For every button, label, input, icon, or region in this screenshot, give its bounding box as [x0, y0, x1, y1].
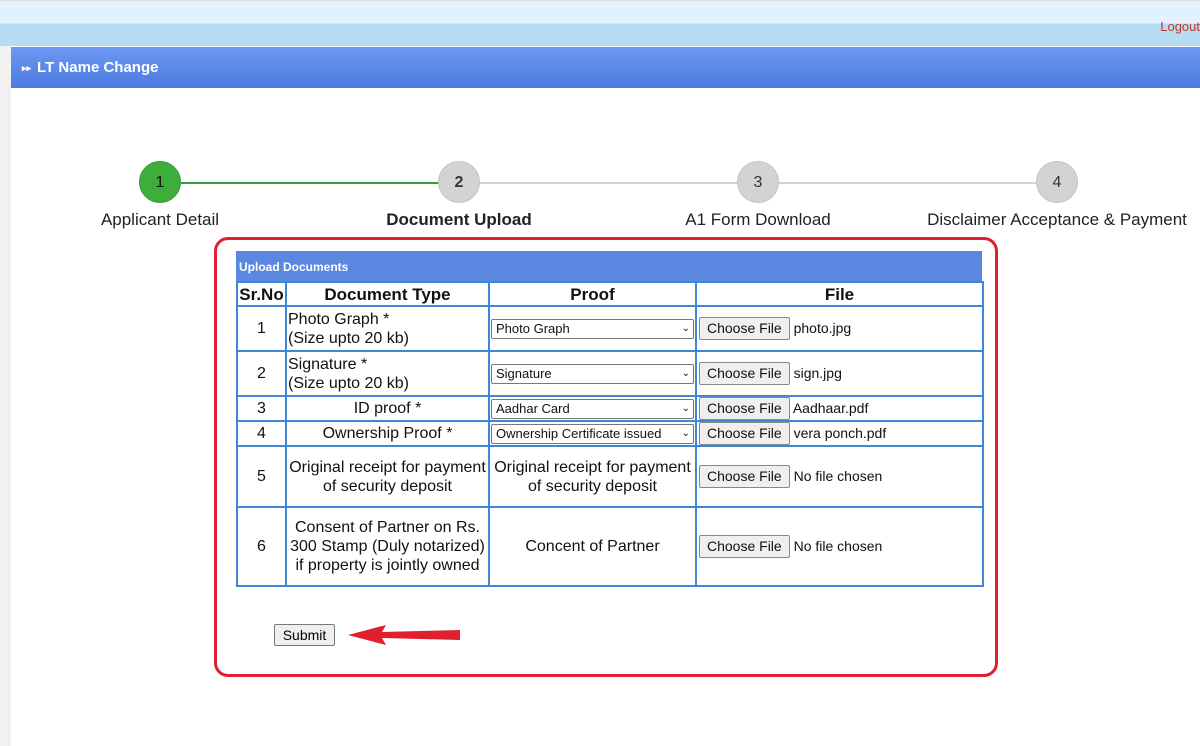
step-4-label: Disclaimer Acceptance & Payment	[927, 210, 1187, 229]
sr-no: 1	[236, 305, 287, 352]
chevron-down-icon: ⌄	[679, 424, 690, 443]
document-type: ID proof *	[285, 395, 490, 422]
file-name: vera ponch.pdf	[793, 425, 887, 441]
proof-select[interactable]: Signature ⌄	[491, 363, 694, 384]
step-2-label: Document Upload	[386, 210, 532, 229]
file-cell: Choose File No file chosen	[695, 506, 984, 587]
top-banner: Logout	[0, 0, 1200, 46]
choose-file-button[interactable]: Choose File	[699, 362, 790, 385]
table-row: 1 Photo Graph * (Size upto 20 kb) Photo …	[236, 305, 984, 352]
proof-select[interactable]: Photo Graph ⌄	[491, 318, 694, 339]
sr-no: 4	[236, 420, 287, 447]
proof-cell: Signature ⌄	[488, 350, 697, 397]
sr-no: 3	[236, 395, 287, 422]
col-proof: Proof	[488, 281, 697, 307]
step-3-label: A1 Form Download	[685, 210, 831, 229]
file-cell: Choose File No file chosen	[695, 445, 984, 508]
table-header-row: Sr.No Document Type Proof File	[236, 281, 984, 307]
chevron-down-icon: ⌄	[679, 364, 690, 383]
proof-select[interactable]: Aadhar Card ⌄	[491, 398, 694, 419]
step-2-circle[interactable]: 2	[438, 161, 480, 203]
file-name: photo.jpg	[793, 320, 852, 336]
proof-selected-value: Ownership Certificate issued	[496, 425, 662, 441]
file-cell: Choose File sign.jpg	[695, 350, 984, 397]
file-cell: Choose File Aadhaar.pdf	[695, 395, 984, 422]
double-chevron-right-icon: ▸▸	[22, 63, 32, 73]
document-type: Photo Graph * (Size upto 20 kb)	[285, 305, 490, 352]
choose-file-button[interactable]: Choose File	[699, 422, 790, 445]
documents-table: Sr.No Document Type Proof File 1 Photo G…	[236, 281, 984, 587]
document-type: Consent of Partner on Rs. 300 Stamp (Dul…	[285, 506, 490, 587]
table-row: 5 Original receipt for payment of securi…	[236, 445, 984, 508]
proof-text: Original receipt for payment of security…	[494, 458, 691, 495]
document-type: Signature * (Size upto 20 kb)	[285, 350, 490, 397]
step-connector-2	[480, 182, 758, 184]
logout-link[interactable]: Logout	[1160, 19, 1200, 34]
file-cell: Choose File vera ponch.pdf	[695, 420, 984, 447]
page-title-bar: ▸▸ LT Name Change	[11, 47, 1200, 88]
step-4-circle[interactable]: 4	[1036, 161, 1078, 203]
table-row: 4 Ownership Proof * Ownership Certificat…	[236, 420, 984, 447]
col-file: File	[695, 281, 984, 307]
proof-cell: Original receipt for payment of security…	[488, 445, 697, 508]
chevron-down-icon: ⌄	[679, 399, 690, 418]
chevron-down-icon: ⌄	[679, 319, 690, 338]
step-3-circle[interactable]: 3	[737, 161, 779, 203]
col-srno: Sr.No	[236, 281, 287, 307]
table-row: 2 Signature * (Size upto 20 kb) Signatur…	[236, 350, 984, 397]
step-connector-3	[779, 182, 1057, 184]
page-title: LT Name Change	[37, 59, 159, 76]
choose-file-button[interactable]: Choose File	[699, 397, 790, 420]
file-name: Aadhaar.pdf	[792, 400, 869, 416]
choose-file-button[interactable]: Choose File	[699, 535, 790, 558]
step-1-label: Applicant Detail	[100, 210, 220, 229]
col-document-type: Document Type	[285, 281, 490, 307]
file-cell: Choose File photo.jpg	[695, 305, 984, 352]
proof-selected-value: Aadhar Card	[496, 400, 570, 416]
submit-button[interactable]: Submit	[274, 624, 335, 646]
choose-file-button[interactable]: Choose File	[699, 465, 790, 488]
step-1-circle[interactable]: 1	[139, 161, 181, 203]
proof-cell: Concent of Partner	[488, 506, 697, 587]
file-name: No file chosen	[793, 538, 883, 554]
file-name: No file chosen	[793, 468, 883, 484]
sr-no: 6	[236, 506, 287, 587]
document-type: Original receipt for payment of security…	[285, 445, 490, 508]
choose-file-button[interactable]: Choose File	[699, 317, 790, 340]
sr-no: 5	[236, 445, 287, 508]
upload-documents-panel: Upload Documents Sr.No Document Type Pro…	[236, 251, 984, 587]
proof-cell: Photo Graph ⌄	[488, 305, 697, 352]
document-type: Ownership Proof *	[285, 420, 490, 447]
proof-selected-value: Signature	[496, 365, 552, 381]
proof-cell: Aadhar Card ⌄	[488, 395, 697, 422]
table-row: 3 ID proof * Aadhar Card ⌄ Choose File Aa…	[236, 395, 984, 422]
proof-selected-value: Photo Graph	[496, 320, 570, 336]
proof-text: Concent of Partner	[525, 538, 660, 555]
step-connector-1	[181, 182, 459, 184]
left-margin	[0, 46, 11, 746]
red-arrow-annotation	[348, 625, 460, 645]
panel-title: Upload Documents	[236, 251, 982, 281]
proof-select[interactable]: Ownership Certificate issued ⌄	[491, 423, 694, 444]
proof-cell: Ownership Certificate issued ⌄	[488, 420, 697, 447]
table-row: 6 Consent of Partner on Rs. 300 Stamp (D…	[236, 506, 984, 587]
sr-no: 2	[236, 350, 287, 397]
file-name: sign.jpg	[793, 365, 842, 381]
